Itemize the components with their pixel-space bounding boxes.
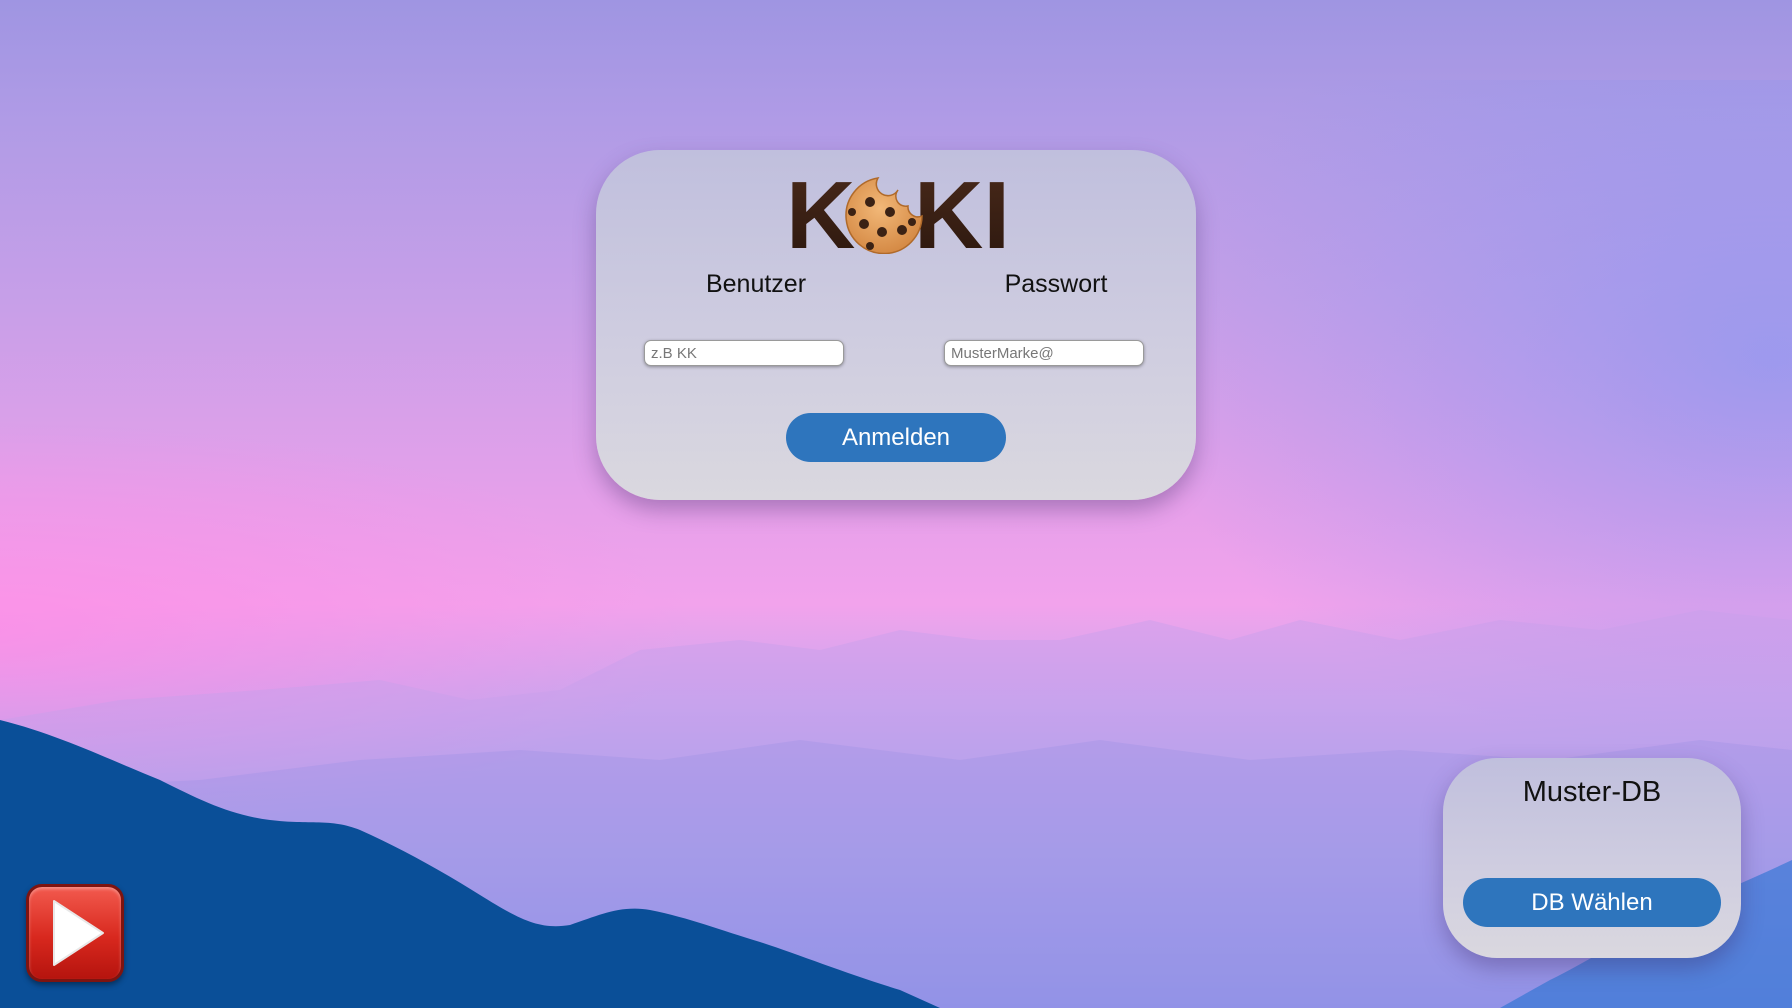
logo-letters-ki: KI (914, 168, 1010, 254)
database-title: Muster-DB (1522, 776, 1662, 808)
play-icon (53, 900, 104, 966)
password-label: Passwort (1004, 270, 1108, 298)
play-button[interactable] (26, 884, 124, 982)
user-input[interactable] (644, 340, 844, 366)
login-button[interactable]: Anmelden (786, 413, 1006, 462)
user-label: Benutzer (705, 270, 807, 298)
select-database-button[interactable]: DB Wählen (1463, 878, 1721, 927)
logo-letter-k: K (786, 168, 855, 254)
login-card: K KI Benutzer Passwort Anmelden (596, 150, 1196, 500)
koki-logo: K KI (786, 162, 1016, 269)
database-card: Muster-DB DB Wählen (1443, 758, 1741, 958)
password-input[interactable] (944, 340, 1144, 366)
cookie-icon (845, 177, 923, 255)
